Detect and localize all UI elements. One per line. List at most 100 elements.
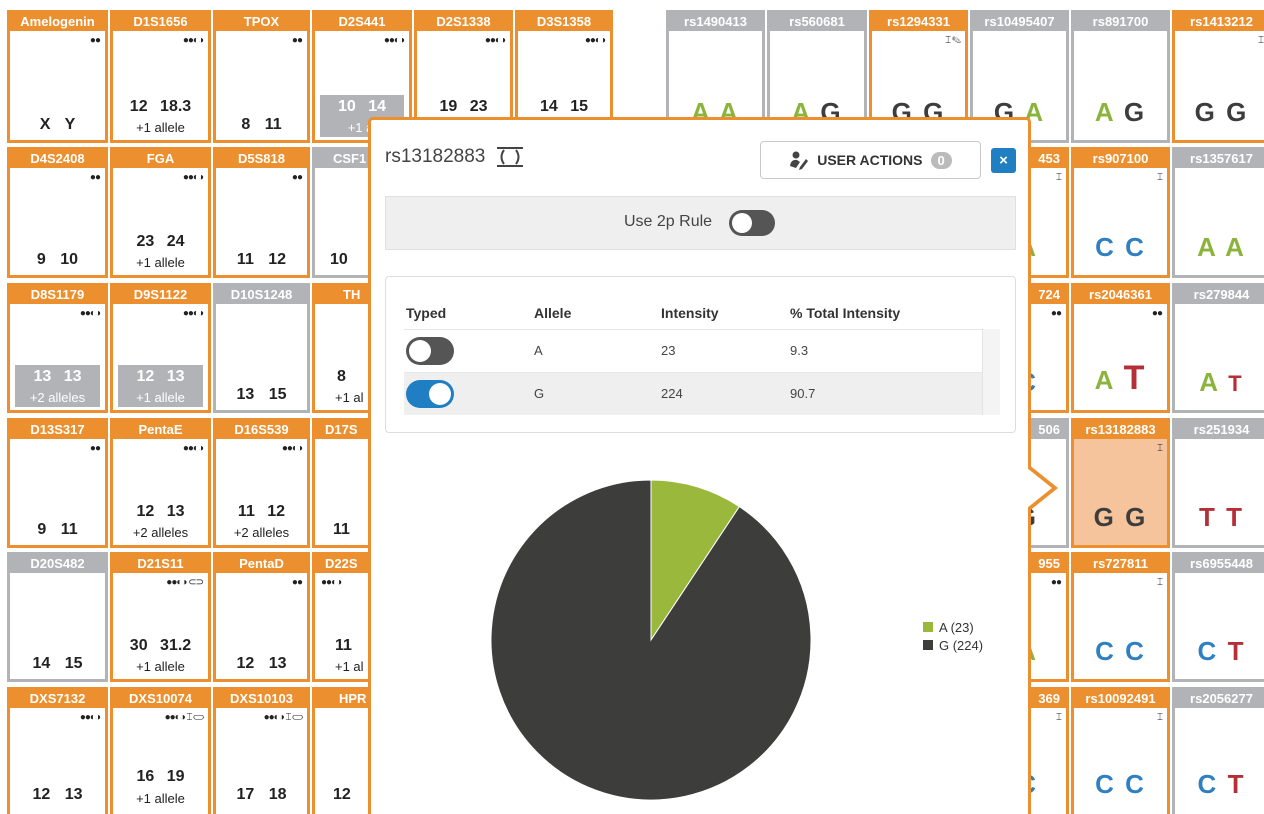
tile-status-icons: ●● (291, 35, 303, 46)
two-p-rule-label: Use 2p Rule (624, 213, 713, 230)
close-button[interactable]: × (991, 148, 1016, 173)
legend-item-a: A (23) (923, 618, 983, 636)
snp-tile-rs1413212[interactable]: rs1413212 ⌶ G G (1172, 10, 1264, 143)
tile-name: rs727811 (1074, 555, 1167, 573)
tile-alleles: 14 15 (32, 655, 83, 672)
tile-alleles: 9 11 (37, 521, 78, 538)
snp-tile-rs2056277[interactable]: rs2056277 C T (1172, 687, 1264, 814)
column-header: % Total Intensity (790, 305, 901, 321)
tile-name: D2S1338 (417, 13, 510, 31)
str-tile-d16s539[interactable]: D16S539 ●●◐◑ 11 12 +2 alleles (213, 418, 310, 548)
tile-highlight: 12 13 +1 allele (118, 365, 203, 407)
tile-status-icons: ●●◐◑ (79, 712, 101, 723)
str-tile-d10s1248[interactable]: D10S1248 13 15 (213, 283, 310, 413)
typed-toggle-g[interactable] (406, 380, 454, 408)
str-tile-dxs10074[interactable]: DXS10074 ●●◐◑ ⌶ ⊂⊃ 16 19 +1 allele (110, 687, 211, 814)
str-tile-d9s1122[interactable]: D9S1122 ●●◐◑ 12 13 +1 allele (110, 283, 211, 413)
legend-label: A (23) (939, 619, 974, 635)
tile-extra-alleles: +2 alleles (132, 525, 189, 540)
tile-status-icons: ●●◐◑ (383, 35, 405, 46)
str-tile-d13s317[interactable]: D13S317 ●● 9 11 (7, 418, 108, 548)
tile-name: rs10092491 (1074, 690, 1167, 708)
intensity-cell: 23 (661, 343, 676, 358)
user-actions-button[interactable]: USER ACTIONS 0 (760, 141, 981, 179)
str-tile-pentad[interactable]: PentaD ●● 12 13 (213, 552, 310, 682)
str-tile-d20s482[interactable]: D20S482 14 15 (7, 552, 108, 682)
tile-status-icons: ●● (89, 443, 101, 454)
snp-tile-rs727811[interactable]: rs727811 ⌶ C C (1071, 552, 1170, 682)
snp-tile-rs6955448[interactable]: rs6955448 C T (1172, 552, 1264, 682)
column-header: Typed (406, 305, 447, 321)
popup-title-text: rs13182883 (385, 146, 486, 168)
str-tile-tpox[interactable]: TPOX ●● 8 11 (213, 10, 310, 143)
snp-tile-rs907100[interactable]: rs907100 ⌶ C C (1071, 147, 1170, 278)
tile-name: FGA (113, 150, 208, 168)
tile-alleles: 9 10 (36, 251, 79, 268)
pie-slice-g[interactable] (490, 479, 812, 801)
table-row: G 224 90.7 (404, 372, 986, 415)
tile-name: D4S2408 (10, 150, 105, 168)
tile-genotype: C T (1197, 636, 1246, 666)
marker-flag-icon: ⌶ (1056, 712, 1062, 723)
typed-toggle-a[interactable] (406, 337, 454, 365)
tile-status-icons: ●●◐◑ (182, 35, 204, 46)
intensity-cell: 224 (661, 386, 683, 401)
tile-alleles: 13 13 (33, 368, 82, 385)
tile-status-icons: ●● (1050, 308, 1062, 319)
tile-name: D8S1179 (10, 286, 105, 304)
str-tile-dxs10103[interactable]: DXS10103 ●●◐◑ ⌶ ⊂⊃ 17 18 (213, 687, 310, 814)
tile-alleles: 16 19 (136, 768, 185, 785)
str-tile-d1s1656[interactable]: D1S1656 ●●◐◑ 12 18.3 +1 allele (110, 10, 211, 143)
tile-genotype: A G (1094, 97, 1147, 127)
tile-status-icons: ●●◐◑ (182, 443, 204, 454)
tile-status-icons: ●●◐◑ (182, 172, 204, 183)
tile-genotype: C C (1095, 232, 1146, 262)
str-tile-d5s818[interactable]: D5S818 ●● 11 12 (213, 147, 310, 278)
snp-tile-rs279844[interactable]: rs279844 A T (1172, 283, 1264, 413)
str-tile-pentae[interactable]: PentaE ●●◐◑ 12 13 +2 alleles (110, 418, 211, 548)
tile-name: rs2046361 (1074, 286, 1167, 304)
tile-status-icons: ●● (1050, 577, 1062, 588)
snp-tile-rs1357617[interactable]: rs1357617 A A (1172, 147, 1264, 278)
tile-status-icons: ●●◐◑ (484, 35, 506, 46)
tile-alleles: 23 24 (136, 233, 185, 250)
column-header: Allele (534, 305, 572, 321)
snp-detail-popup: rs13182883 USER ACTIONS 0 × Use 2p Rule … (368, 117, 1031, 814)
tile-name: rs1413212 (1175, 13, 1264, 31)
toggle-knob (732, 213, 752, 233)
snp-tile-rs2046361[interactable]: rs2046361 ●● A T (1071, 283, 1170, 413)
legend-swatch (923, 640, 933, 650)
legend-swatch (923, 622, 933, 632)
marker-flag-icon: ⌶ (1258, 35, 1264, 46)
tile-status-icons: ●● (291, 577, 303, 588)
snp-tile-rs13182883-selected[interactable]: rs13182883 ⌶ G G (1071, 418, 1170, 548)
tile-genotype: A T (1094, 359, 1147, 397)
marker-flag-icon: ⌶ (1157, 577, 1163, 588)
user-actions-label: USER ACTIONS (817, 152, 923, 168)
two-p-rule-bar: Use 2p Rule (385, 196, 1016, 250)
tile-status-icons: ●●◐◑ (584, 35, 606, 46)
snp-tile-rs251934[interactable]: rs251934 T T (1172, 418, 1264, 548)
tile-alleles: 12 13 (236, 655, 287, 672)
snp-tile-rs10092491[interactable]: rs10092491 ⌶ C C (1071, 687, 1170, 814)
tile-genotype: A A (1197, 232, 1246, 262)
str-tile-fga[interactable]: FGA ●●◐◑ 23 24 +1 allele (110, 147, 211, 278)
tile-status-icons: ●●◐◑ ⊂⊃ (166, 577, 204, 588)
tile-status-icons: ●●◐◑ ⌶ ⊂⊃ (164, 712, 204, 723)
snp-tile-rs891700[interactable]: rs891700 A G (1071, 10, 1170, 143)
two-p-rule-toggle[interactable] (729, 210, 775, 236)
str-tile-d4s2408[interactable]: D4S2408 ●● 9 10 (7, 147, 108, 278)
tile-name: D2S441 (315, 13, 409, 31)
tile-name: rs251934 (1175, 421, 1264, 439)
tile-name: DXS10103 (216, 690, 307, 708)
str-tile-dxs7132[interactable]: DXS7132 ●●◐◑ 12 13 (7, 687, 108, 814)
tile-alleles: 13 15 (236, 386, 287, 403)
intensity-pie-chart (490, 479, 812, 801)
table-scrollbar[interactable] (982, 329, 1000, 415)
tile-name: TPOX (216, 13, 307, 31)
tile-alleles: 12 13 (136, 368, 185, 385)
tile-alleles: 19 23 (439, 98, 488, 115)
str-tile-d8s1179[interactable]: D8S1179 ●●◐◑ 13 13 +2 alleles (7, 283, 108, 413)
str-tile-d21s11[interactable]: D21S11 ●●◐◑ ⊂⊃ 30 31.2 +1 allele (110, 552, 211, 682)
str-tile-amelogenin[interactable]: Amelogenin ●● X Y (7, 10, 108, 143)
